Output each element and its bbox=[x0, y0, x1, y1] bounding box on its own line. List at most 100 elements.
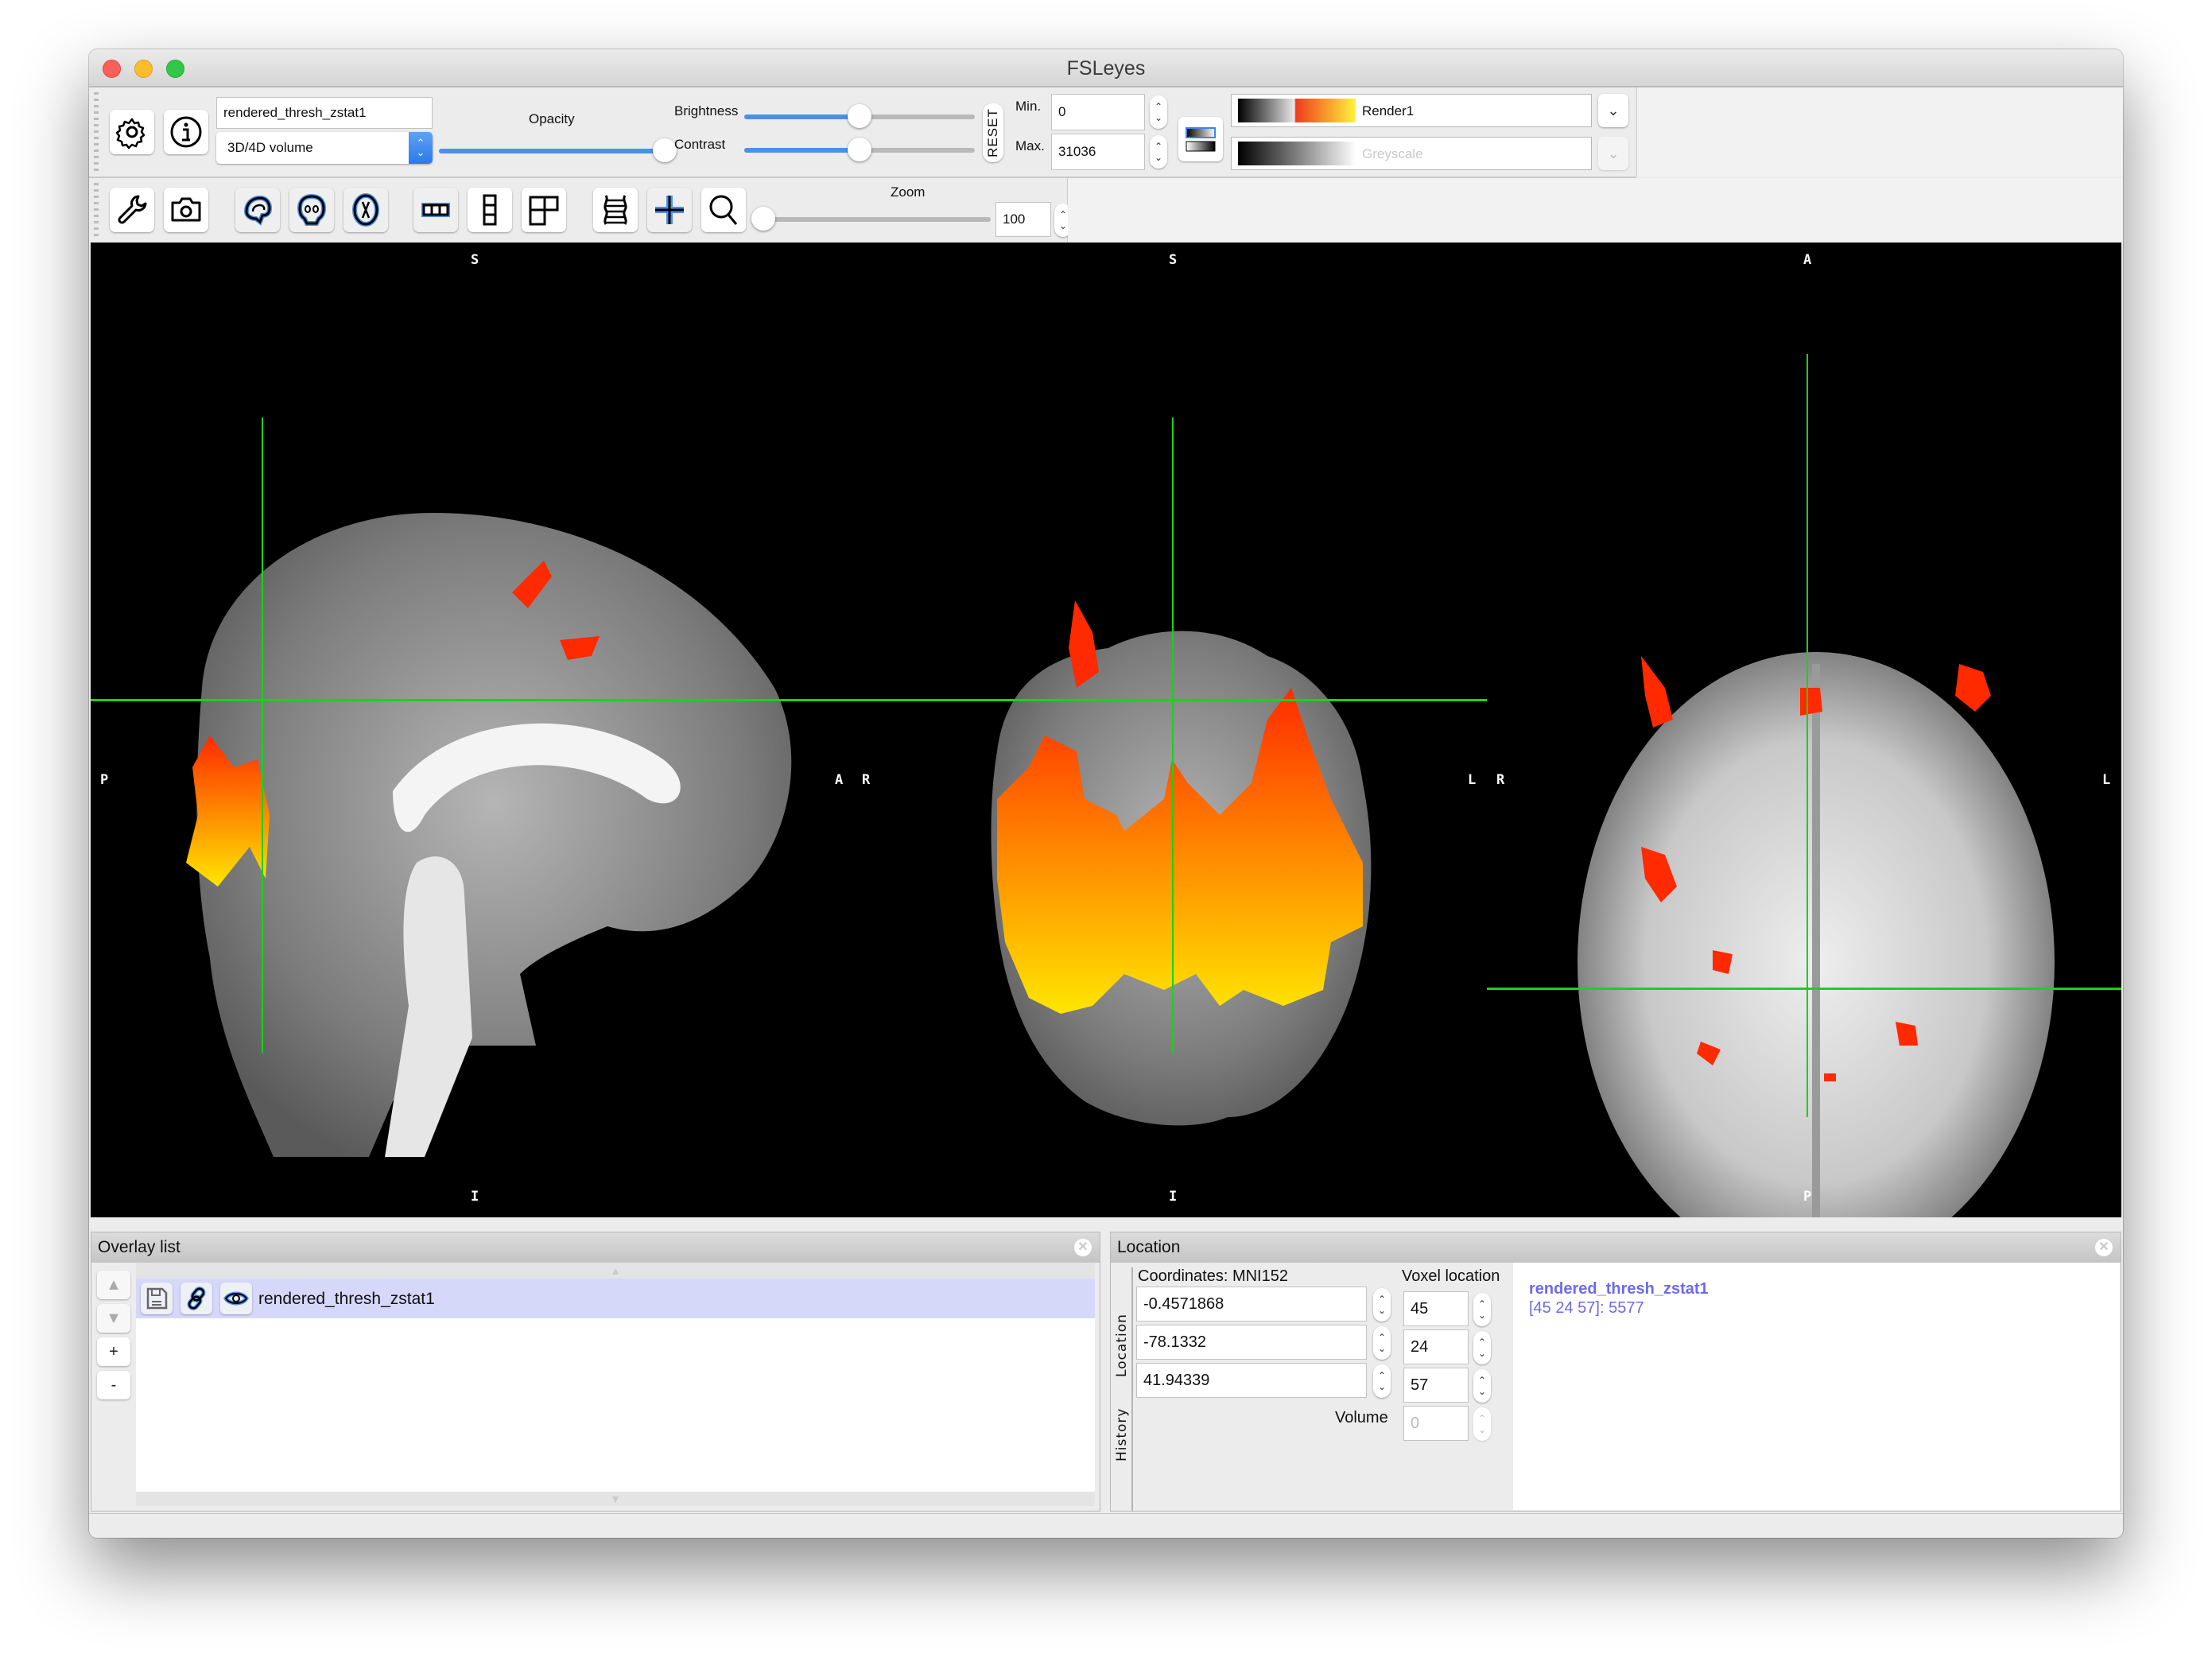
overlay-list[interactable]: ▲ rendered_thresh_zstat1 ▼ bbox=[136, 1263, 1095, 1506]
shared-crosshair-horizontal[interactable] bbox=[91, 699, 1487, 701]
movie-mode-button[interactable] bbox=[593, 188, 638, 232]
colormap-dropdown-button[interactable]: ⌄ bbox=[1598, 94, 1628, 127]
zoom-mode-button[interactable] bbox=[701, 188, 746, 232]
world-x-field[interactable]: -0.4571868 bbox=[1136, 1287, 1367, 1322]
grid-layout-button[interactable] bbox=[522, 188, 566, 232]
overlay-list-buttons: ▲ ▼ + - bbox=[95, 1263, 136, 1511]
voxel-z-field[interactable]: 57 bbox=[1403, 1368, 1469, 1403]
min-spinner[interactable]: ⌃ ⌄ bbox=[1150, 95, 1167, 129]
overlay-item-name: rendered_thresh_zstat1 bbox=[258, 1290, 435, 1308]
reset-button[interactable]: RESET bbox=[983, 103, 1003, 162]
sagittal-view[interactable] bbox=[186, 513, 792, 1157]
contrast-slider-thumb[interactable] bbox=[848, 138, 871, 161]
overlay-settings-button[interactable] bbox=[110, 110, 154, 154]
toggle-axial-button[interactable] bbox=[343, 188, 388, 232]
colormap-swatch bbox=[1238, 99, 1356, 122]
zoom-slider-thumb[interactable] bbox=[751, 207, 775, 231]
horizontal-layout-button[interactable] bbox=[413, 188, 458, 232]
chevron-down-icon: ⌄ bbox=[1607, 145, 1620, 161]
info-voxel-value: [45 24 57]: 5577 bbox=[1529, 1299, 1644, 1317]
negative-colormap-swatch bbox=[1238, 142, 1356, 165]
voxel-x-field[interactable]: 45 bbox=[1403, 1291, 1469, 1326]
negative-colormap-select[interactable]: Greyscale bbox=[1231, 137, 1592, 170]
scroll-up-arrow[interactable]: ▲ bbox=[136, 1263, 1095, 1279]
brightness-slider-thumb[interactable] bbox=[848, 104, 871, 128]
gear-icon bbox=[115, 118, 146, 149]
sagittal-label-left: P bbox=[100, 772, 109, 788]
brightness-label: Brightness bbox=[674, 103, 739, 118]
coordinates-label: Coordinates: MNI152 bbox=[1138, 1267, 1288, 1285]
opacity-slider-thumb[interactable] bbox=[653, 138, 677, 162]
close-location-panel-button[interactable]: ✕ bbox=[2095, 1239, 2113, 1256]
max-field[interactable]: 31036 bbox=[1051, 134, 1145, 170]
voxel-z-spinner[interactable]: ⌃ ⌄ bbox=[1473, 1369, 1491, 1403]
world-y-field[interactable]: -78.1332 bbox=[1136, 1325, 1367, 1360]
coronal-label-right: L bbox=[1468, 772, 1477, 788]
invert-colormap-icon bbox=[1186, 127, 1216, 152]
axial-view[interactable] bbox=[1578, 652, 2055, 1217]
axial-label-right: L bbox=[2102, 772, 2111, 788]
scroll-down-arrow[interactable]: ▼ bbox=[136, 1492, 1095, 1506]
toolbar-empty-area bbox=[1068, 178, 2123, 242]
invert-colormap-button[interactable] bbox=[1178, 117, 1223, 161]
world-x-spinner[interactable]: ⌃ ⌄ bbox=[1373, 1288, 1391, 1322]
close-overlay-list-button[interactable]: ✕ bbox=[1074, 1239, 1092, 1256]
toolbar-grip[interactable] bbox=[94, 92, 99, 172]
toggle-visibility-button[interactable] bbox=[220, 1283, 252, 1314]
toggle-sagittal-button[interactable] bbox=[235, 188, 280, 232]
tab-history[interactable]: History bbox=[1114, 1408, 1130, 1461]
vertical-layout-button[interactable] bbox=[468, 188, 512, 232]
voxel-y-field[interactable]: 24 bbox=[1403, 1329, 1469, 1364]
eye-icon bbox=[223, 1291, 249, 1306]
axial-crosshair-horizontal[interactable] bbox=[1487, 988, 2121, 990]
world-z-field[interactable]: 41.94339 bbox=[1136, 1363, 1367, 1398]
contrast-slider[interactable] bbox=[744, 138, 975, 161]
opacity-slider-fill bbox=[439, 149, 665, 153]
axial-label-left: R bbox=[1496, 772, 1505, 788]
opacity-slider[interactable] bbox=[439, 138, 677, 162]
sagittal-crosshair-vertical[interactable] bbox=[262, 417, 263, 1054]
tab-location[interactable]: Location bbox=[1114, 1314, 1130, 1377]
location-panel: Location ✕ Location History Coordinates:… bbox=[1110, 1232, 2121, 1512]
voxel-x-spinner[interactable]: ⌃ ⌄ bbox=[1473, 1293, 1491, 1326]
world-y-spinner[interactable]: ⌃ ⌄ bbox=[1373, 1326, 1391, 1360]
coronal-crosshair-vertical[interactable] bbox=[1172, 417, 1174, 1054]
zoom-field[interactable]: 100 bbox=[995, 202, 1051, 237]
move-overlay-up-button[interactable]: ▲ bbox=[97, 1271, 130, 1299]
negative-colormap-dropdown-button[interactable]: ⌄ bbox=[1598, 137, 1628, 170]
link-overlay-button[interactable] bbox=[180, 1283, 212, 1314]
volume-field[interactable]: 0 bbox=[1403, 1406, 1469, 1441]
overlay-name-field[interactable]: rendered_thresh_zstat1 bbox=[216, 97, 433, 129]
coronal-view[interactable] bbox=[991, 600, 1372, 1126]
screenshot-button[interactable] bbox=[164, 188, 208, 232]
overlay-info-button[interactable] bbox=[164, 110, 208, 154]
axial-crosshair-vertical[interactable] bbox=[1806, 354, 1808, 1117]
overlay-type-select[interactable]: 3D/4D volume ⌃ ⌄ bbox=[216, 132, 433, 164]
colormap-select[interactable]: Render1 bbox=[1231, 94, 1592, 127]
activation-cluster bbox=[1641, 656, 1673, 728]
axial-label-bottom: P bbox=[1803, 1189, 1812, 1205]
ortho-canvas[interactable]: S I P A S I R L A P R L bbox=[91, 243, 2121, 1217]
overlay-list-panel: Overlay list ✕ ▲ ▼ + - ▲ rendered_thresh… bbox=[91, 1232, 1100, 1512]
save-overlay-button[interactable] bbox=[141, 1283, 173, 1314]
zoom-slider[interactable] bbox=[751, 207, 991, 231]
max-spinner[interactable]: ⌃ ⌄ bbox=[1150, 135, 1167, 169]
view-settings-button[interactable] bbox=[110, 188, 154, 232]
voxel-y-spinner[interactable]: ⌃ ⌄ bbox=[1473, 1331, 1491, 1364]
min-field[interactable]: 0 bbox=[1051, 94, 1145, 130]
move-overlay-down-button[interactable]: ▼ bbox=[97, 1304, 130, 1333]
brightness-slider[interactable] bbox=[744, 104, 975, 128]
overlay-list-item[interactable]: rendered_thresh_zstat1 bbox=[136, 1279, 1095, 1318]
horizontal-layout-icon bbox=[421, 203, 450, 217]
toolbar-grip[interactable] bbox=[94, 183, 99, 237]
location-tabs: Location History bbox=[1114, 1267, 1133, 1511]
world-z-spinner[interactable]: ⌃ ⌄ bbox=[1373, 1364, 1391, 1398]
coronal-label-left: R bbox=[862, 772, 871, 788]
volume-spinner[interactable]: ⌃ ⌄ bbox=[1473, 1407, 1491, 1441]
chevron-updown-icon: ⌃ ⌄ bbox=[409, 132, 433, 164]
toggle-coronal-button[interactable] bbox=[289, 188, 334, 232]
remove-overlay-button[interactable]: - bbox=[97, 1371, 130, 1399]
toggle-cursor-button[interactable] bbox=[647, 188, 692, 232]
coronal-label-bottom: I bbox=[1169, 1189, 1178, 1205]
add-overlay-button[interactable]: + bbox=[97, 1337, 130, 1366]
